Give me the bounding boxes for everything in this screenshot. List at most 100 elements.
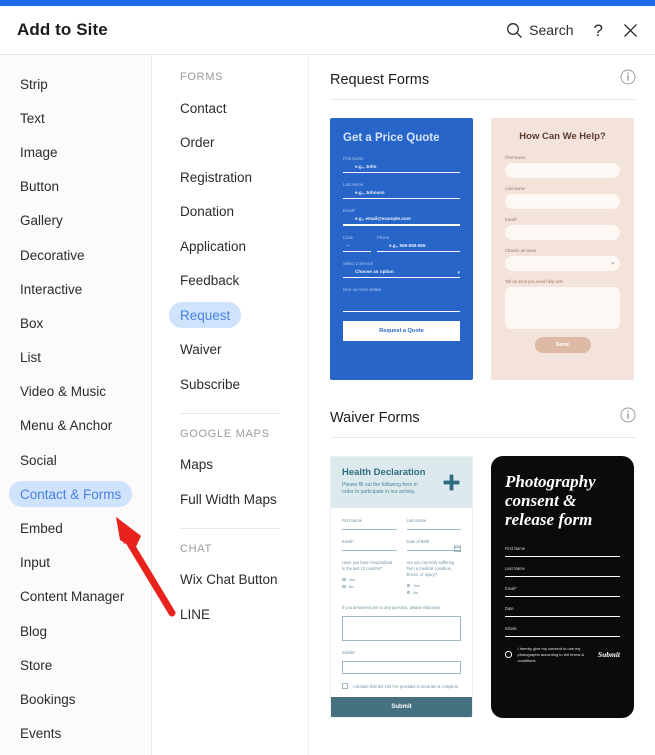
sidebar-item-content-manager[interactable]: Content Manager xyxy=(0,580,151,614)
declaration-checkbox-row[interactable]: I declare that the info I've provided is… xyxy=(342,683,461,690)
radio-label: No xyxy=(413,589,419,595)
sidebar-item-blog[interactable]: Blog xyxy=(0,614,151,648)
sidebar-item-box[interactable]: Box xyxy=(0,306,151,340)
last-name-input[interactable] xyxy=(505,194,620,209)
field-label: Last Name xyxy=(505,186,526,191)
sidebar-item-label: Menu & Anchor xyxy=(20,418,113,434)
request-a-quote-button[interactable]: Request a Quote xyxy=(343,321,460,342)
help-button[interactable]: ? xyxy=(592,22,605,39)
sidebar-item-label: Button xyxy=(20,179,60,195)
card-body: First Name Last Name Email* Date of Birt… xyxy=(331,508,472,690)
subnav-item-registration[interactable]: Registration xyxy=(152,160,308,195)
card-health-declaration[interactable]: Health Declaration Please fill out the f… xyxy=(330,456,473,718)
sidebar-item-gallery[interactable]: Gallery xyxy=(0,204,151,238)
radio-option[interactable]: No xyxy=(342,584,397,589)
issue-label: Choose an issue xyxy=(505,248,537,253)
field-label: Email* xyxy=(342,538,354,544)
issue-select[interactable]: ▾ xyxy=(505,256,620,271)
subnav-item-label: Maps xyxy=(180,457,214,473)
sidebar-item-decorative[interactable]: Decorative xyxy=(0,238,151,272)
field-underline xyxy=(342,528,397,530)
search-button[interactable]: Search xyxy=(506,22,574,39)
sidebar-item-events[interactable]: Events xyxy=(0,717,151,751)
card-photography-consent[interactable]: Photography consent & release form First… xyxy=(491,456,634,718)
sidebar-item-image[interactable]: Image xyxy=(0,135,151,169)
send-button[interactable]: Send xyxy=(534,337,591,353)
sidebar-item-label: Text xyxy=(20,110,45,126)
details-label: Give us more details xyxy=(343,286,382,292)
subnav-item-label: Application xyxy=(180,238,247,254)
radio-option[interactable]: Yes xyxy=(406,583,462,588)
subnav-item-label: Waiver xyxy=(180,342,222,358)
sidebar-item-video-music[interactable]: Video & Music xyxy=(0,375,151,409)
medical-cross-icon xyxy=(443,474,460,496)
sidebar-item-bookings[interactable]: Bookings xyxy=(0,682,151,716)
sidebar-item-input[interactable]: Input xyxy=(0,546,151,580)
field-underline xyxy=(343,224,460,226)
search-label: Search xyxy=(529,22,574,38)
field-underline xyxy=(505,615,620,617)
sidebar-item-social[interactable]: Social xyxy=(0,443,151,477)
subnav-item-wix-chat-button[interactable]: Wix Chat Button xyxy=(152,563,308,598)
phone-row: Code – Phone e.g., 555-555-555 xyxy=(343,235,460,261)
field-underline xyxy=(343,276,460,278)
sidebar-item-text[interactable]: Text xyxy=(0,101,151,135)
radio-icon xyxy=(342,577,346,582)
sidebar-item-store[interactable]: Store xyxy=(0,648,151,682)
subnav-item-donation[interactable]: Donation xyxy=(152,195,308,230)
sidebar-item-label: Decorative xyxy=(20,247,85,263)
card-get-a-price-quote[interactable]: Get a Price Quote First Name e.g., John … xyxy=(330,118,473,380)
sidebar-item-interactive[interactable]: Interactive xyxy=(0,272,151,306)
radio-option[interactable]: No xyxy=(406,589,462,595)
subnav-item-contact[interactable]: Contact xyxy=(152,91,308,126)
message-textarea[interactable] xyxy=(505,287,620,329)
field-underline xyxy=(343,310,460,313)
sidebar-item-contact-forms[interactable]: Contact & Forms xyxy=(0,477,151,511)
field-underline xyxy=(406,549,461,551)
subnav-item-order[interactable]: Order xyxy=(152,126,308,161)
subnav-item-waiver[interactable]: Waiver xyxy=(152,333,308,368)
submit-button[interactable]: Submit xyxy=(331,697,472,717)
sidebar-item-menu-anchor[interactable]: Menu & Anchor xyxy=(0,409,151,443)
subnav-item-request[interactable]: Request xyxy=(152,298,308,333)
service-select[interactable]: Choose an option ▾ xyxy=(343,269,460,277)
field-underline xyxy=(343,172,460,174)
sidebar-item-label: Contact & Forms xyxy=(9,481,133,508)
card-title: How Can We Help? xyxy=(519,131,606,142)
card-how-can-we-help[interactable]: How Can We Help? First Name Last Name Em… xyxy=(491,118,634,380)
radio-option[interactable]: Yes xyxy=(342,577,397,582)
subnav-item-line[interactable]: LINE xyxy=(152,597,308,632)
field-underline xyxy=(343,198,460,200)
submit-button[interactable]: Submit xyxy=(598,650,620,659)
page-title: Add to Site xyxy=(17,20,108,39)
subnav-item-label: LINE xyxy=(180,606,211,622)
sidebar-item-embed[interactable]: Embed xyxy=(0,511,151,545)
subnav-item-maps[interactable]: Maps xyxy=(152,448,308,483)
field-value: e.g., Johnson xyxy=(355,190,385,196)
subnav-item-subscribe[interactable]: Subscribe xyxy=(152,367,308,402)
info-icon[interactable] xyxy=(620,69,636,90)
consent-row[interactable]: I hereby give my consent to use my photo… xyxy=(505,646,620,664)
sidebar-item-strip[interactable]: Strip xyxy=(0,67,151,101)
elaborate-textarea[interactable] xyxy=(342,616,461,642)
close-button[interactable] xyxy=(623,23,638,38)
subnav-item-full-width-maps[interactable]: Full Width Maps xyxy=(152,482,308,517)
subnav-item-application[interactable]: Application xyxy=(152,229,308,264)
radio-label: No xyxy=(348,583,354,589)
sidebar-item-label: Input xyxy=(20,555,51,571)
email-input[interactable] xyxy=(505,225,620,240)
service-value: Choose an option xyxy=(355,268,394,274)
subcategory-sidebar: FORMS Contact Order Registration Donation App… xyxy=(152,55,309,755)
initials-input[interactable] xyxy=(342,661,461,675)
panel-body: Strip Text Image Button Gallery Decorative Int… xyxy=(0,55,655,755)
sidebar-item-list[interactable]: List xyxy=(0,341,151,375)
first-name-input[interactable] xyxy=(505,163,620,178)
radio-icon xyxy=(505,651,512,658)
card-title: Photography consent & release form xyxy=(505,472,596,530)
phone-label: Phone xyxy=(377,234,390,240)
info-icon[interactable] xyxy=(620,407,636,428)
sidebar-item-button[interactable]: Button xyxy=(0,170,151,204)
question-label: Are you currently suffering from a medic… xyxy=(406,559,455,577)
subnav-group-heading: FORMS xyxy=(180,71,224,83)
subnav-item-feedback[interactable]: Feedback xyxy=(152,264,308,299)
